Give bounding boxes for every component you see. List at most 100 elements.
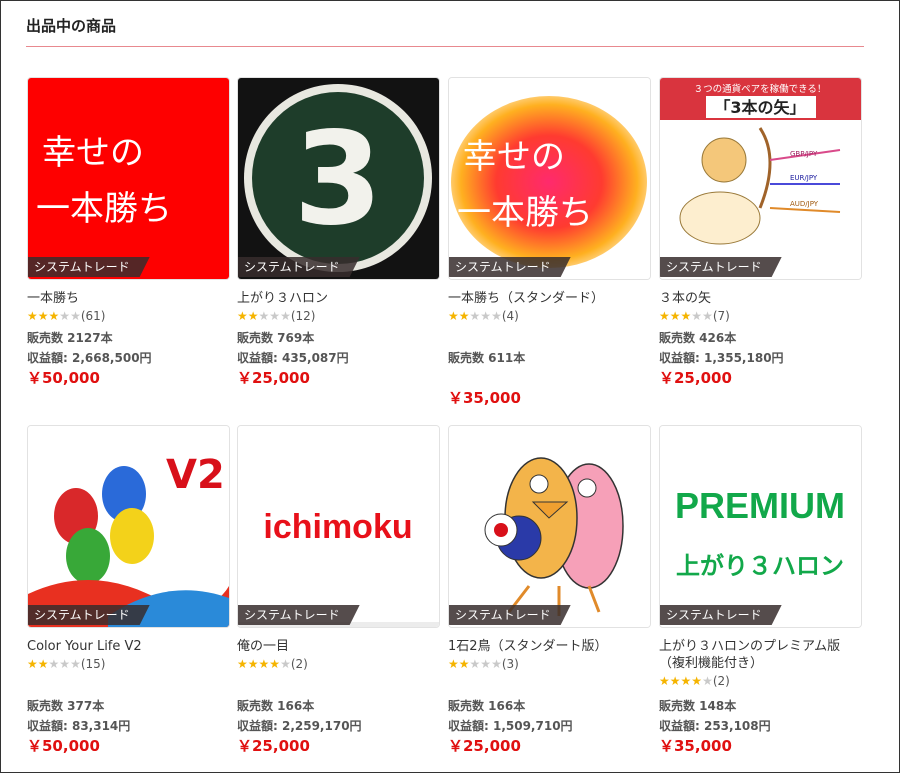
premium-logo-icon: PREMIUM 上がり３ハロン [660, 426, 861, 627]
star-filled-icon: ★ [237, 657, 248, 671]
earnings: 収益額: 83,314円 [27, 719, 131, 733]
category-tag: システムトレード [238, 605, 360, 625]
product-card[interactable]: 幸せの 一本勝ち システムトレード 一本勝ち（スタンダード） ★★★★★(4) … [448, 77, 651, 407]
star-rating: ★★★★★(2) [659, 673, 862, 689]
star-filled-icon: ★ [458, 309, 470, 323]
category-tag: システムトレード [449, 257, 571, 277]
category-tag: システムトレード [660, 257, 782, 277]
star-filled-icon: ★ [659, 309, 670, 323]
product-name[interactable]: 一本勝ち [27, 290, 230, 307]
star-empty-icon: ★ [59, 309, 71, 323]
thumb-text: 一本勝ち [36, 189, 172, 229]
sales-count: 販売数 166本 [237, 699, 315, 713]
number-three-sign-icon: 3 [238, 78, 439, 279]
star-filled-icon: ★ [659, 674, 670, 688]
product-thumbnail[interactable]: 幸せの 一本勝ち システムトレード [27, 77, 230, 280]
star-empty-icon: ★ [491, 657, 502, 671]
star-rating: ★★★★★(15) [27, 656, 230, 672]
product-thumbnail[interactable]: ichimoku システムトレード [237, 425, 440, 628]
product-card[interactable]: 3 システムトレード 上がり３ハロン ★★★★★(12) 販売数 769本 収益… [237, 77, 440, 387]
star-filled-icon: ★ [669, 309, 681, 323]
product-name[interactable]: 一本勝ち（スタンダード） [448, 290, 651, 307]
star-rating-icon: ★★★★★ [27, 309, 81, 323]
star-empty-icon: ★ [280, 657, 291, 671]
product-stats: 販売数 166本 収益額: 1,509,710円 ￥25,000 [448, 696, 573, 756]
star-filled-icon: ★ [680, 309, 692, 323]
price: ￥25,000 [237, 737, 310, 755]
star-rating: ★★★★★(12) [237, 308, 440, 324]
star-rating: ★★★★★(4) [448, 308, 651, 324]
earnings: 収益額: 435,087円 [237, 351, 349, 365]
star-filled-icon: ★ [691, 674, 703, 688]
star-filled-icon: ★ [247, 657, 259, 671]
star-empty-icon: ★ [469, 309, 481, 323]
product-name[interactable]: 1石2鳥（スタンダート版） [448, 638, 651, 655]
star-filled-icon: ★ [458, 657, 470, 671]
star-empty-icon: ★ [480, 657, 492, 671]
product-thumbnail[interactable]: 3 システムトレード [237, 77, 440, 280]
star-rating-icon: ★★★★★ [448, 309, 502, 323]
star-rating: ★★★★★(3) [448, 656, 651, 672]
red-calligraphy-icon: 幸せの 一本勝ち [28, 78, 229, 279]
star-filled-icon: ★ [448, 657, 459, 671]
product-card[interactable]: 幸せの 一本勝ち システムトレード 一本勝ち ★★★★★(61) 販売数 212… [27, 77, 230, 387]
product-name[interactable]: 俺の一目 [237, 638, 440, 655]
product-card[interactable]: V2 システムトレード Color Your Life V2 ★★★★★(15)… [27, 425, 230, 755]
product-thumbnail[interactable]: 幸せの 一本勝ち システムトレード [448, 77, 651, 280]
sales-count: 販売数 2127本 [27, 331, 113, 345]
product-name[interactable]: 上がり３ハロン [237, 290, 440, 307]
review-count: (12) [290, 309, 316, 323]
thumb-text: V2 [166, 452, 225, 498]
star-empty-icon: ★ [70, 309, 81, 323]
thumb-text: GBP/JPY [790, 150, 818, 158]
price: ￥35,000 [659, 737, 732, 755]
review-count: (2) [712, 674, 730, 688]
product-card[interactable]: システムトレード 1石2鳥（スタンダート版） ★★★★★(3) 販売数 166本… [448, 425, 651, 755]
star-filled-icon: ★ [27, 309, 38, 323]
thumb-text: 「3本の矢」 [714, 98, 805, 117]
review-count: (7) [712, 309, 730, 323]
product-thumbnail[interactable]: システムトレード [448, 425, 651, 628]
star-rating: ★★★★★(61) [27, 308, 230, 324]
thumb-text: AUD/JPY [790, 200, 819, 208]
category-tag: システムトレード [28, 257, 150, 277]
product-thumbnail[interactable]: PREMIUM 上がり３ハロン システムトレード [659, 425, 862, 628]
sales-count: 販売数 148本 [659, 699, 737, 713]
star-empty-icon: ★ [691, 309, 703, 323]
sales-count: 販売数 611本 [448, 351, 526, 365]
product-stats: 販売数 377本 収益額: 83,314円 ￥50,000 [27, 696, 130, 756]
star-filled-icon: ★ [680, 674, 692, 688]
product-card[interactable]: PREMIUM 上がり３ハロン システムトレード 上がり３ハロンのプレミアム版（… [659, 425, 862, 755]
product-card[interactable]: ichimoku システムトレード 俺の一目 ★★★★★(2) 販売数 166本… [237, 425, 440, 755]
thumb-text: ３つの通貨ペアを稼働できる！ [694, 83, 827, 95]
thumb-text: 上がり３ハロン [676, 552, 844, 580]
star-filled-icon: ★ [37, 657, 49, 671]
star-rating-icon: ★★★★★ [237, 657, 291, 671]
product-card[interactable]: ３つの通貨ペアを稼働できる！ 「3本の矢」 GBP/JPY EUR/JPY AU… [659, 77, 862, 387]
category-tag: システムトレード [660, 605, 782, 625]
review-count: (3) [501, 657, 519, 671]
star-filled-icon: ★ [237, 309, 248, 323]
star-empty-icon: ★ [59, 657, 71, 671]
review-count: (61) [80, 309, 106, 323]
product-stats: 販売数 611本 ￥35,000 [448, 348, 525, 408]
star-empty-icon: ★ [491, 309, 502, 323]
star-filled-icon: ★ [37, 309, 49, 323]
star-rating-icon: ★★★★★ [448, 657, 502, 671]
thumb-text: 幸せの [42, 133, 144, 173]
category-tag: システムトレード [449, 605, 571, 625]
product-stats: 販売数 148本 収益額: 253,108円 ￥35,000 [659, 696, 771, 756]
earnings: 収益額: 2,259,170円 [237, 719, 362, 733]
product-name[interactable]: ３本の矢 [659, 290, 862, 307]
review-count: (2) [290, 657, 308, 671]
star-empty-icon: ★ [70, 657, 81, 671]
product-thumbnail[interactable]: V2 システムトレード [27, 425, 230, 628]
product-thumbnail[interactable]: ３つの通貨ペアを稼働できる！ 「3本の矢」 GBP/JPY EUR/JPY AU… [659, 77, 862, 280]
earnings: 収益額: 1,509,710円 [448, 719, 573, 733]
product-name[interactable]: Color Your Life V2 [27, 638, 230, 655]
cupid-archer-icon: ３つの通貨ペアを稼働できる！ 「3本の矢」 GBP/JPY EUR/JPY AU… [660, 78, 861, 279]
sales-count: 販売数 426本 [659, 331, 737, 345]
earnings: 収益額: 253,108円 [659, 719, 771, 733]
product-name[interactable]: 上がり３ハロンのプレミアム版（複利機能付き） [659, 638, 862, 672]
star-rating: ★★★★★(7) [659, 308, 862, 324]
